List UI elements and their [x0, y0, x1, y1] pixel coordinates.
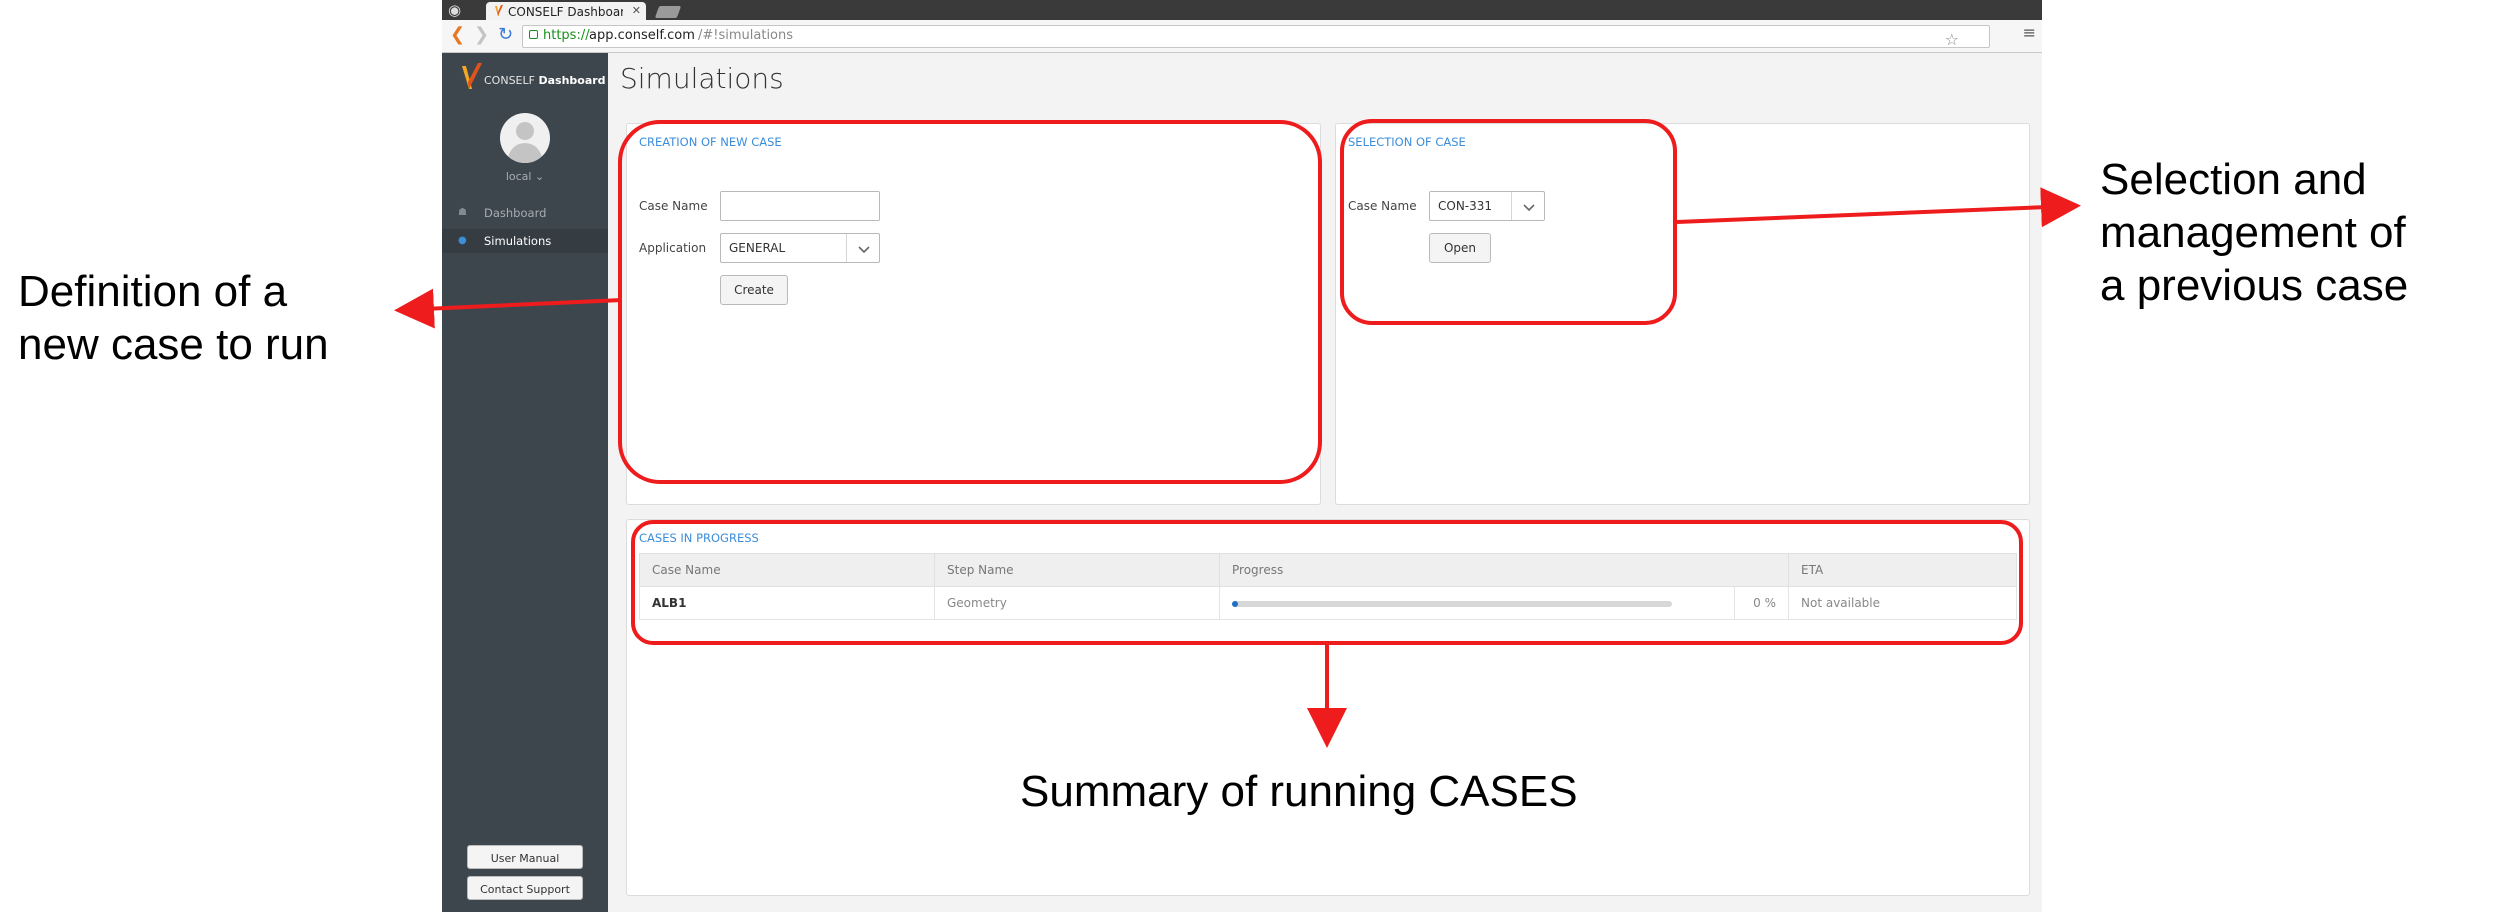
cases-in-progress-panel: CASES IN PROGRESS Case Name Step Name Pr…: [626, 519, 2030, 896]
avatar[interactable]: [500, 113, 550, 163]
table-header-row: Case Name Step Name Progress ETA: [639, 553, 2017, 587]
annotation-left-line: new case to run: [18, 319, 329, 369]
user-menu[interactable]: local ⌄: [442, 170, 608, 183]
annotation-right-line: a previous case: [2100, 260, 2409, 310]
browser-toolbar: ❮ ❯ ↻ https:// app.conself.com /#!simula…: [442, 20, 2042, 53]
annotation-right-line: management of: [2100, 207, 2406, 257]
cases-table: Case Name Step Name Progress ETA ALB1 Ge…: [639, 553, 2017, 620]
bookmark-star-icon[interactable]: ☆: [1945, 30, 1959, 49]
column-header[interactable]: Progress: [1219, 553, 1734, 587]
application-label: Application: [639, 241, 707, 255]
contact-support-button[interactable]: Contact Support: [467, 876, 583, 900]
url-scheme: https://: [543, 28, 590, 43]
step-name-cell: Geometry: [934, 586, 1220, 620]
case-select[interactable]: CON-331: [1429, 191, 1545, 221]
annotation-right-line: Selection and: [2100, 155, 2367, 204]
panel-title: CREATION OF NEW CASE: [639, 135, 782, 149]
tab-strip: ◉ CONSELF Dashboard ✕: [442, 0, 2042, 20]
eta-cell: Not available: [1788, 586, 2017, 620]
create-button[interactable]: Create: [720, 275, 788, 305]
browser-menu-icon[interactable]: ≡: [2023, 23, 2036, 42]
sidebar-item-label: Dashboard: [484, 206, 547, 220]
tab-title: CONSELF Dashboard: [508, 5, 623, 19]
select-case-panel: SELECTION OF CASE Case Name CON-331 Open: [1335, 123, 2030, 505]
progress-cell: [1219, 586, 1735, 620]
sidebar-item-label: Simulations: [484, 234, 552, 248]
annotation-left: Definition of a new case to run: [18, 266, 329, 372]
panel-title: CASES IN PROGRESS: [639, 531, 759, 545]
incognito-icon: ◉: [448, 1, 462, 19]
sidebar: CONSELF Dashboard local ⌄ ☗ Dashboard ● …: [442, 53, 608, 912]
annotation-left-line: Definition of a: [18, 267, 288, 316]
sidebar-item-simulations[interactable]: ● Simulations: [442, 229, 608, 253]
case-name-label: Case Name: [639, 199, 708, 213]
url-path: /#!simulations: [698, 28, 794, 43]
forward-arrow-icon[interactable]: ❯: [474, 25, 489, 45]
brand-name: CONSELF Dashboard: [484, 74, 606, 87]
page-title: Simulations: [620, 62, 784, 95]
progress-percent-cell: 0 %: [1733, 586, 1789, 620]
application-select[interactable]: GENERAL: [720, 233, 880, 263]
lock-icon: [529, 30, 538, 39]
close-tab-icon[interactable]: ✕: [632, 4, 641, 17]
url-host: app.conself.com: [589, 28, 695, 43]
column-header[interactable]: Step Name: [934, 553, 1220, 587]
case-name-input[interactable]: [720, 191, 880, 221]
reload-icon[interactable]: ↻: [498, 25, 513, 45]
table-row[interactable]: ALB1 Geometry 0 % Not available: [639, 586, 2017, 620]
column-header[interactable]: ETA: [1788, 553, 2017, 587]
brand-prefix: CONSELF: [484, 74, 535, 87]
progress-fill: [1232, 600, 1238, 607]
application-value: GENERAL: [729, 241, 786, 255]
annotation-right: Selection and management of a previous c…: [2100, 154, 2408, 312]
home-icon: ☗: [458, 207, 467, 218]
panel-title: SELECTION OF CASE: [1348, 135, 1466, 149]
browser-tab[interactable]: CONSELF Dashboard ✕: [486, 2, 646, 20]
case-name-cell: ALB1: [639, 586, 935, 620]
progress-bar: [1232, 600, 1672, 607]
user-manual-button[interactable]: User Manual: [467, 845, 583, 869]
simulations-icon: ●: [458, 235, 467, 246]
back-arrow-icon[interactable]: ❮: [450, 25, 465, 45]
case-select-value: CON-331: [1438, 199, 1493, 213]
open-button[interactable]: Open: [1429, 233, 1491, 263]
sidebar-item-dashboard[interactable]: ☗ Dashboard: [442, 201, 608, 225]
case-name-label: Case Name: [1348, 199, 1417, 213]
column-header: [1734, 553, 1789, 587]
new-tab-button[interactable]: [654, 6, 682, 18]
chevron-down-icon: [858, 246, 870, 254]
annotation-bottom: Summary of running CASES: [1020, 767, 1578, 816]
chevron-down-icon: [1523, 204, 1535, 212]
conself-favicon-icon: [495, 5, 503, 16]
address-bar[interactable]: https:// app.conself.com /#!simulations …: [522, 25, 1990, 49]
brand-bold: Dashboard: [538, 74, 606, 87]
create-case-panel: CREATION OF NEW CASE Case Name Applicati…: [626, 123, 1321, 505]
column-header[interactable]: Case Name: [639, 553, 935, 587]
conself-logo-icon: [462, 63, 482, 89]
